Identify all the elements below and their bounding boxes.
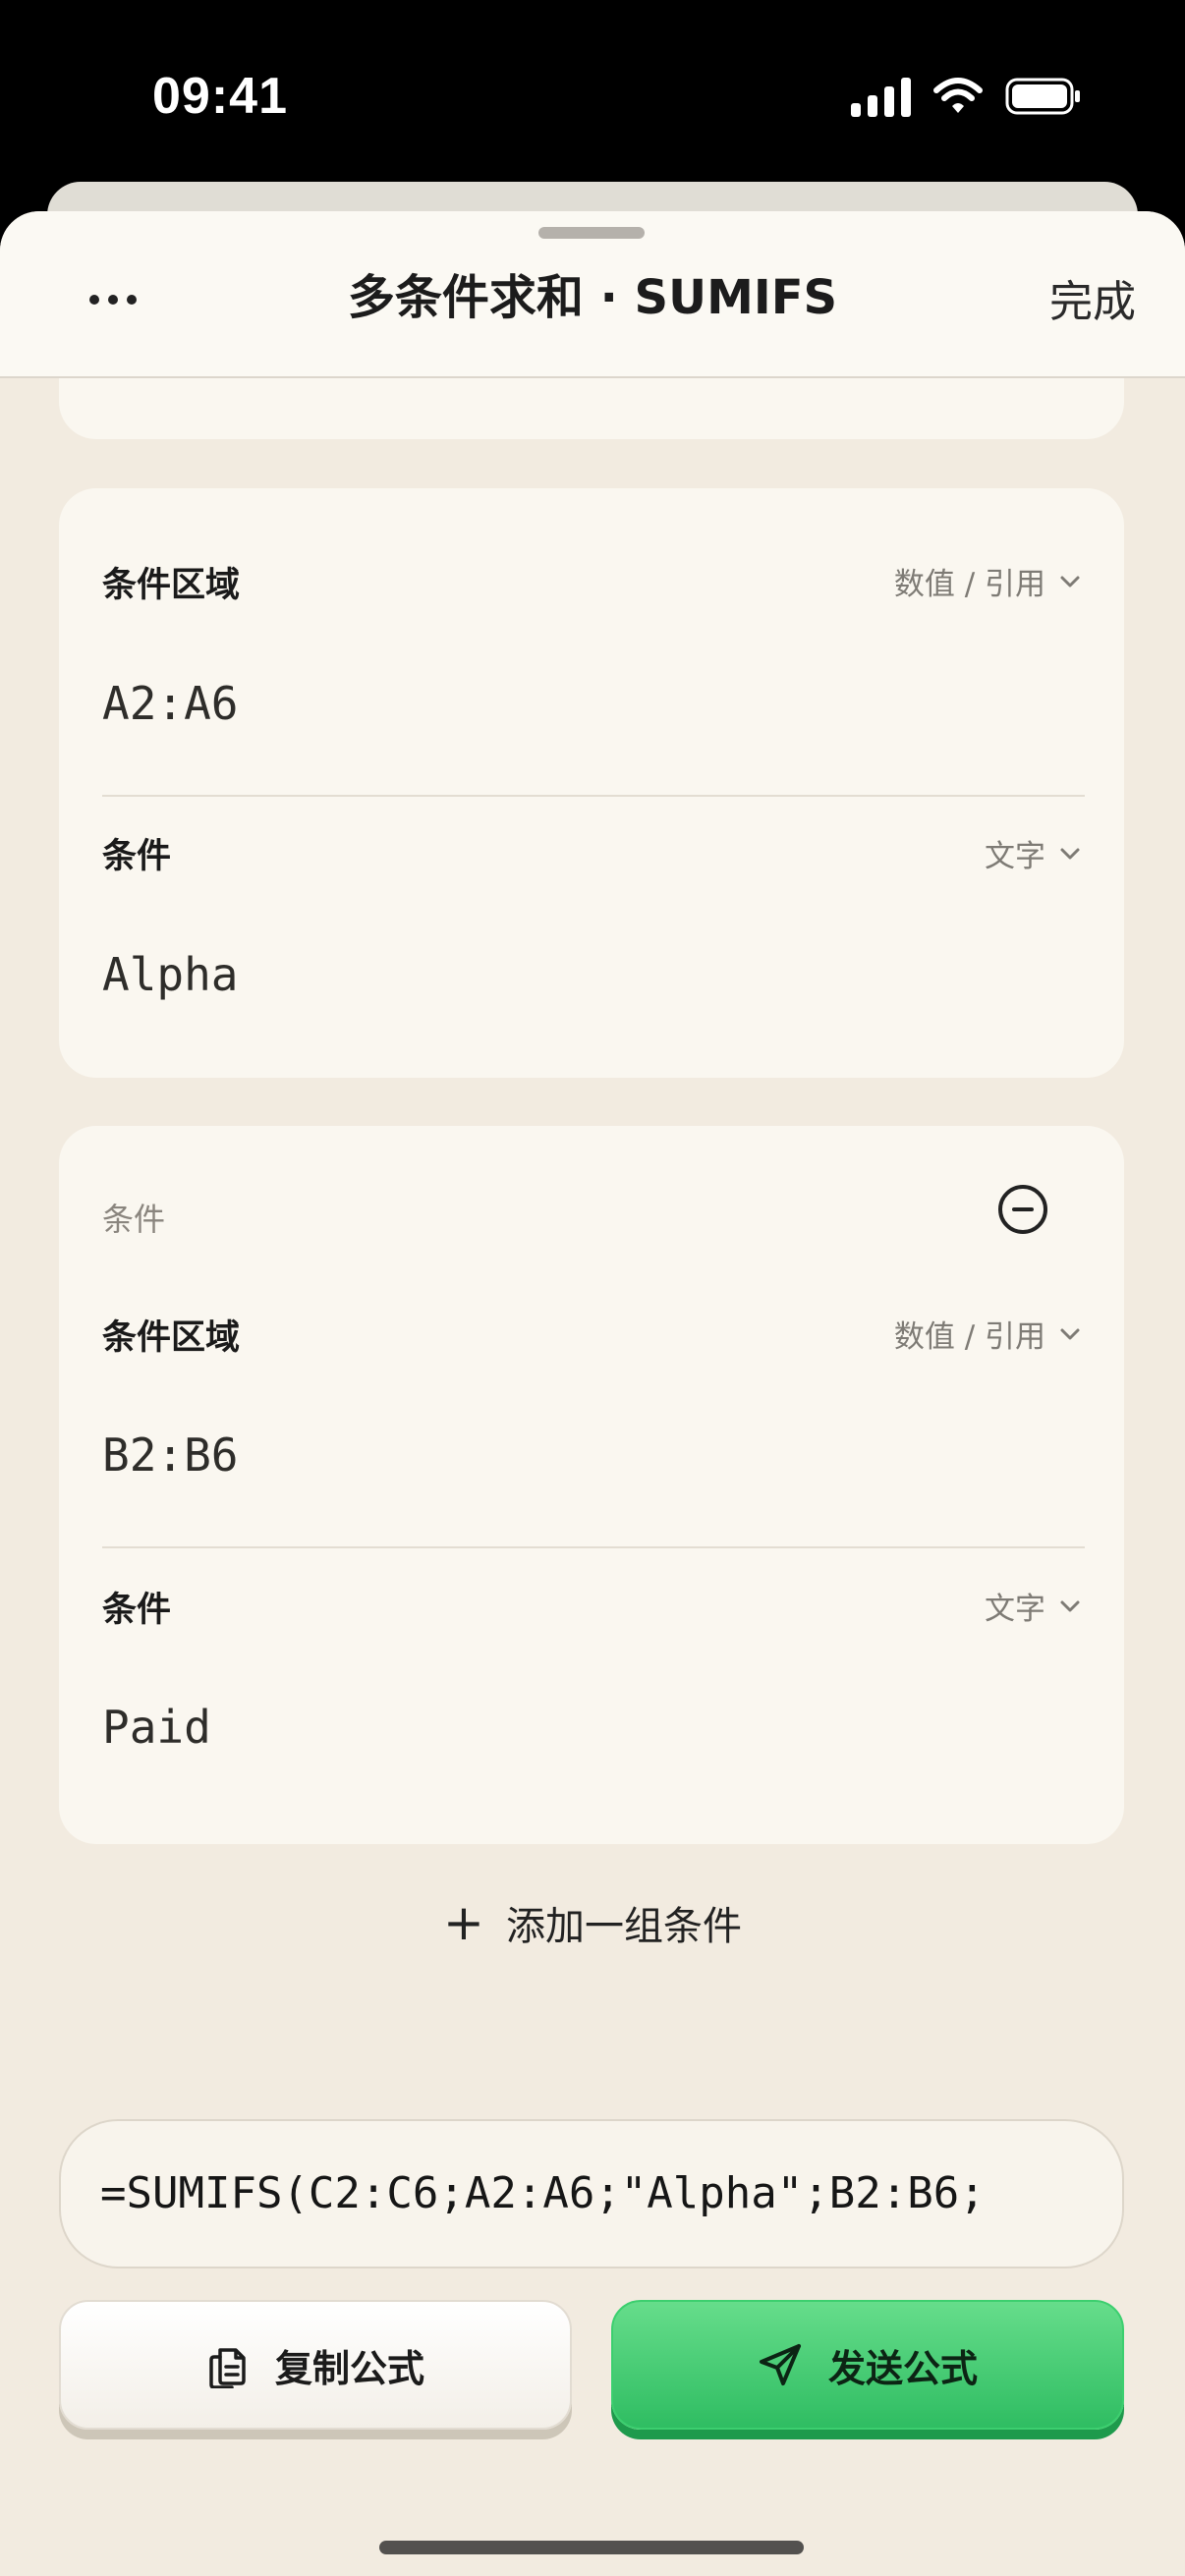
divider (102, 1546, 1085, 1548)
sheet-title: 多条件求和 · SUMIFS (347, 270, 838, 325)
chevron-down-icon (1060, 1328, 1080, 1339)
range-type-picker[interactable]: 数值 / 引用 (894, 559, 1081, 603)
add-condition-group-label: 添加一组条件 (505, 1904, 742, 1949)
copy-formula-label: 复制公式 (274, 2346, 424, 2390)
send-formula-label: 发送公式 (827, 2346, 978, 2390)
send-icon (759, 2344, 801, 2385)
formula-preview[interactable]: =SUMIFS(C2:C6;A2:A6;"Alpha";B2:B6; (59, 2119, 1124, 2268)
chevron-down-icon (1060, 1600, 1080, 1611)
criteria-type-picker[interactable]: 文字 (985, 1584, 1081, 1628)
status-icons (851, 75, 1082, 118)
criteria-input[interactable]: Paid (102, 1701, 211, 1754)
criteria-type-label: 文字 (985, 1592, 1045, 1627)
range-type-label: 数值 / 引用 (893, 1319, 1045, 1355)
group-header: 条件 (102, 1201, 166, 1238)
range-input[interactable]: A2:A6 (102, 677, 238, 730)
range-type-label: 数值 / 引用 (893, 567, 1045, 602)
copy-formula-button[interactable]: 复制公式 (59, 2300, 572, 2430)
range-label: 条件区域 (102, 566, 241, 605)
sheet-grabber[interactable] (538, 227, 645, 239)
chevron-down-icon (1060, 576, 1080, 587)
status-time: 09:41 (152, 68, 288, 125)
done-button[interactable]: 完成 (1049, 266, 1136, 329)
status-bar: 09:41 (0, 0, 1185, 187)
criteria-label: 条件 (102, 1591, 172, 1630)
send-formula-button[interactable]: 发送公式 (611, 2300, 1124, 2430)
plus-icon: + (443, 1894, 484, 1951)
criteria-label: 条件 (102, 837, 172, 876)
criteria-type-picker[interactable]: 文字 (985, 831, 1081, 875)
range-label: 条件区域 (102, 1318, 241, 1358)
range-type-picker[interactable]: 数值 / 引用 (894, 1312, 1081, 1356)
copy-icon (209, 2348, 246, 2388)
wifi-icon (932, 77, 984, 116)
add-condition-group-button[interactable]: + 添加一组条件 (0, 1894, 1185, 1951)
criteria-input[interactable]: Alpha (102, 948, 238, 1001)
minus-circle-icon (1012, 1207, 1034, 1211)
condition-group-1: 条件区域 数值 / 引用 A2:A6 条件 文字 Alpha (59, 488, 1124, 1078)
sheet-header: 多条件求和 · SUMIFS 完成 (0, 211, 1185, 378)
divider (102, 795, 1085, 797)
remove-group-button[interactable] (998, 1185, 1047, 1234)
range-input[interactable]: B2:B6 (102, 1428, 238, 1482)
signal-icon (851, 76, 911, 117)
home-indicator[interactable] (379, 2541, 804, 2554)
chevron-down-icon (1060, 848, 1080, 859)
battery-icon (1005, 77, 1082, 116)
criteria-type-label: 文字 (985, 839, 1045, 874)
condition-group-2: 条件 条件区域 数值 / 引用 B2:B6 条件 文字 Paid (59, 1126, 1124, 1844)
formula-sheet: 多条件求和 · SUMIFS 完成 条件区域 数值 / 引用 A2:A6 条件 … (0, 211, 1185, 2576)
formula-text: =SUMIFS(C2:C6;A2:A6;"Alpha";B2:B6; (100, 2168, 986, 2218)
